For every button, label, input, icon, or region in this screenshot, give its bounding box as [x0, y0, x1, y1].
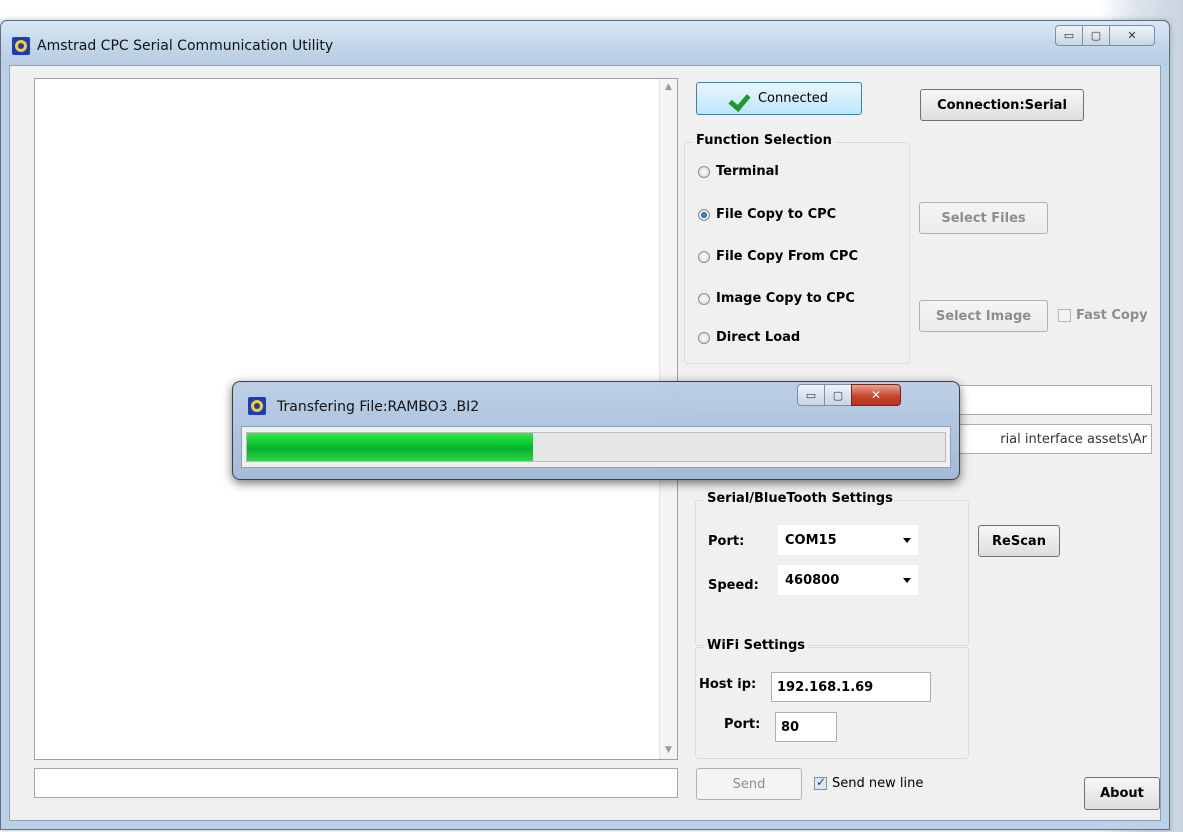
transfer-progress-bar: [246, 432, 946, 462]
fast-copy-label: Fast Copy: [1076, 308, 1148, 323]
amstrad-cpc-icon: [12, 37, 30, 55]
maximize-button[interactable]: ▢: [1082, 25, 1110, 46]
serial-settings-title: Serial/BlueTooth Settings: [704, 491, 896, 506]
dialog-body: [241, 426, 951, 468]
host-ip-field[interactable]: 192.168.1.69: [771, 672, 931, 702]
send-new-line-checkbox[interactable]: Send new line: [814, 775, 924, 791]
radio-icon[interactable]: [698, 165, 710, 178]
radio-label: Direct Load: [716, 330, 801, 345]
speed-label: Speed:: [708, 578, 759, 593]
scroll-down-icon[interactable]: ▼: [660, 742, 677, 759]
send-label: Send: [732, 776, 766, 792]
wifi-settings-title: WiFi Settings: [704, 638, 809, 653]
close-icon: ✕: [870, 388, 882, 402]
radio-label: Terminal: [716, 164, 779, 179]
wifi-port-label: Port:: [724, 717, 761, 732]
dialog-caption-buttons: ▭ ▢ ✕: [797, 384, 901, 406]
wifi-port-value: 80: [781, 719, 800, 735]
port-value: COM15: [785, 532, 837, 548]
minimize-button[interactable]: ▭: [1055, 25, 1083, 46]
dialog-title: Transfering File:RAMBO3 .BI2: [277, 399, 480, 415]
wifi-settings-group: WiFi Settings: [695, 638, 969, 759]
radio-image-copy-to-cpc[interactable]: Image Copy to CPC: [698, 291, 855, 306]
radio-checked-icon[interactable]: [698, 208, 710, 221]
command-input[interactable]: [34, 768, 678, 798]
radio-label: File Copy From CPC: [716, 249, 858, 264]
connected-label: Connected: [757, 91, 828, 106]
radio-file-copy-from-cpc[interactable]: File Copy From CPC: [698, 249, 858, 264]
checkbox-checked-icon[interactable]: [814, 775, 827, 790]
about-button[interactable]: About: [1084, 777, 1160, 810]
rescan-label: ReScan: [992, 533, 1046, 549]
select-image-button[interactable]: Select Image: [919, 300, 1048, 332]
select-files-button[interactable]: Select Files: [919, 202, 1048, 234]
radio-icon[interactable]: [698, 292, 710, 305]
radio-direct-load[interactable]: Direct Load: [698, 330, 800, 345]
rescan-button[interactable]: ReScan: [978, 525, 1060, 557]
transfer-progress-dialog[interactable]: Transfering File:RAMBO3 .BI2 ▭ ▢ ✕: [232, 381, 960, 480]
about-label: About: [1100, 786, 1144, 801]
minimize-icon: ▭: [1063, 29, 1075, 42]
speed-value: 460800: [785, 572, 840, 588]
radio-file-copy-to-cpc[interactable]: File Copy to CPC: [698, 207, 836, 222]
host-ip-value: 192.168.1.69: [777, 679, 874, 695]
send-new-line-label: Send new line: [832, 776, 924, 791]
progress-fill: [247, 433, 534, 461]
host-ip-label: Host ip:: [699, 677, 757, 692]
radio-icon[interactable]: [698, 250, 710, 263]
dialog-close-button[interactable]: ✕: [851, 384, 901, 406]
port-select[interactable]: COM15: [778, 525, 918, 555]
path-field-text: rial interface assets\Ar: [1000, 431, 1147, 447]
fast-copy-checkbox[interactable]: Fast Copy: [1058, 308, 1148, 323]
maximize-icon: ▢: [1090, 29, 1102, 42]
radio-label: Image Copy to CPC: [716, 291, 855, 306]
speed-select[interactable]: 460800: [778, 565, 918, 595]
chevron-down-icon[interactable]: [903, 538, 911, 543]
title-bar[interactable]: Amstrad CPC Serial Communication Utility…: [1, 21, 1169, 65]
radio-icon[interactable]: [698, 331, 710, 344]
close-button[interactable]: ✕: [1109, 25, 1155, 46]
radio-label: File Copy to CPC: [716, 207, 837, 222]
scroll-up-icon[interactable]: ▲: [660, 79, 677, 96]
window-title: Amstrad CPC Serial Communication Utility: [37, 38, 334, 54]
checkmark-icon: [730, 90, 752, 108]
minimize-icon: ▭: [805, 388, 817, 402]
chevron-down-icon[interactable]: [903, 578, 911, 583]
dialog-maximize-button[interactable]: ▢: [824, 384, 852, 406]
send-button[interactable]: Send: [696, 768, 802, 800]
caption-buttons: ▭ ▢ ✕: [1055, 25, 1155, 46]
radio-terminal[interactable]: Terminal: [698, 164, 779, 179]
close-icon: ✕: [1127, 29, 1137, 42]
select-files-label: Select Files: [941, 210, 1026, 226]
connection-type-label: Connection:Serial: [937, 97, 1067, 113]
function-selection-title: Function Selection: [693, 133, 835, 148]
wifi-port-field[interactable]: 80: [775, 712, 837, 742]
maximize-icon: ▢: [832, 388, 844, 402]
select-image-label: Select Image: [935, 308, 1032, 324]
amstrad-cpc-icon: [248, 397, 266, 415]
checkbox-icon[interactable]: [1058, 309, 1071, 322]
port-label: Port:: [708, 534, 745, 549]
connection-type-button[interactable]: Connection:Serial: [920, 89, 1084, 121]
connected-button[interactable]: Connected: [696, 82, 862, 115]
dialog-minimize-button[interactable]: ▭: [797, 384, 825, 406]
